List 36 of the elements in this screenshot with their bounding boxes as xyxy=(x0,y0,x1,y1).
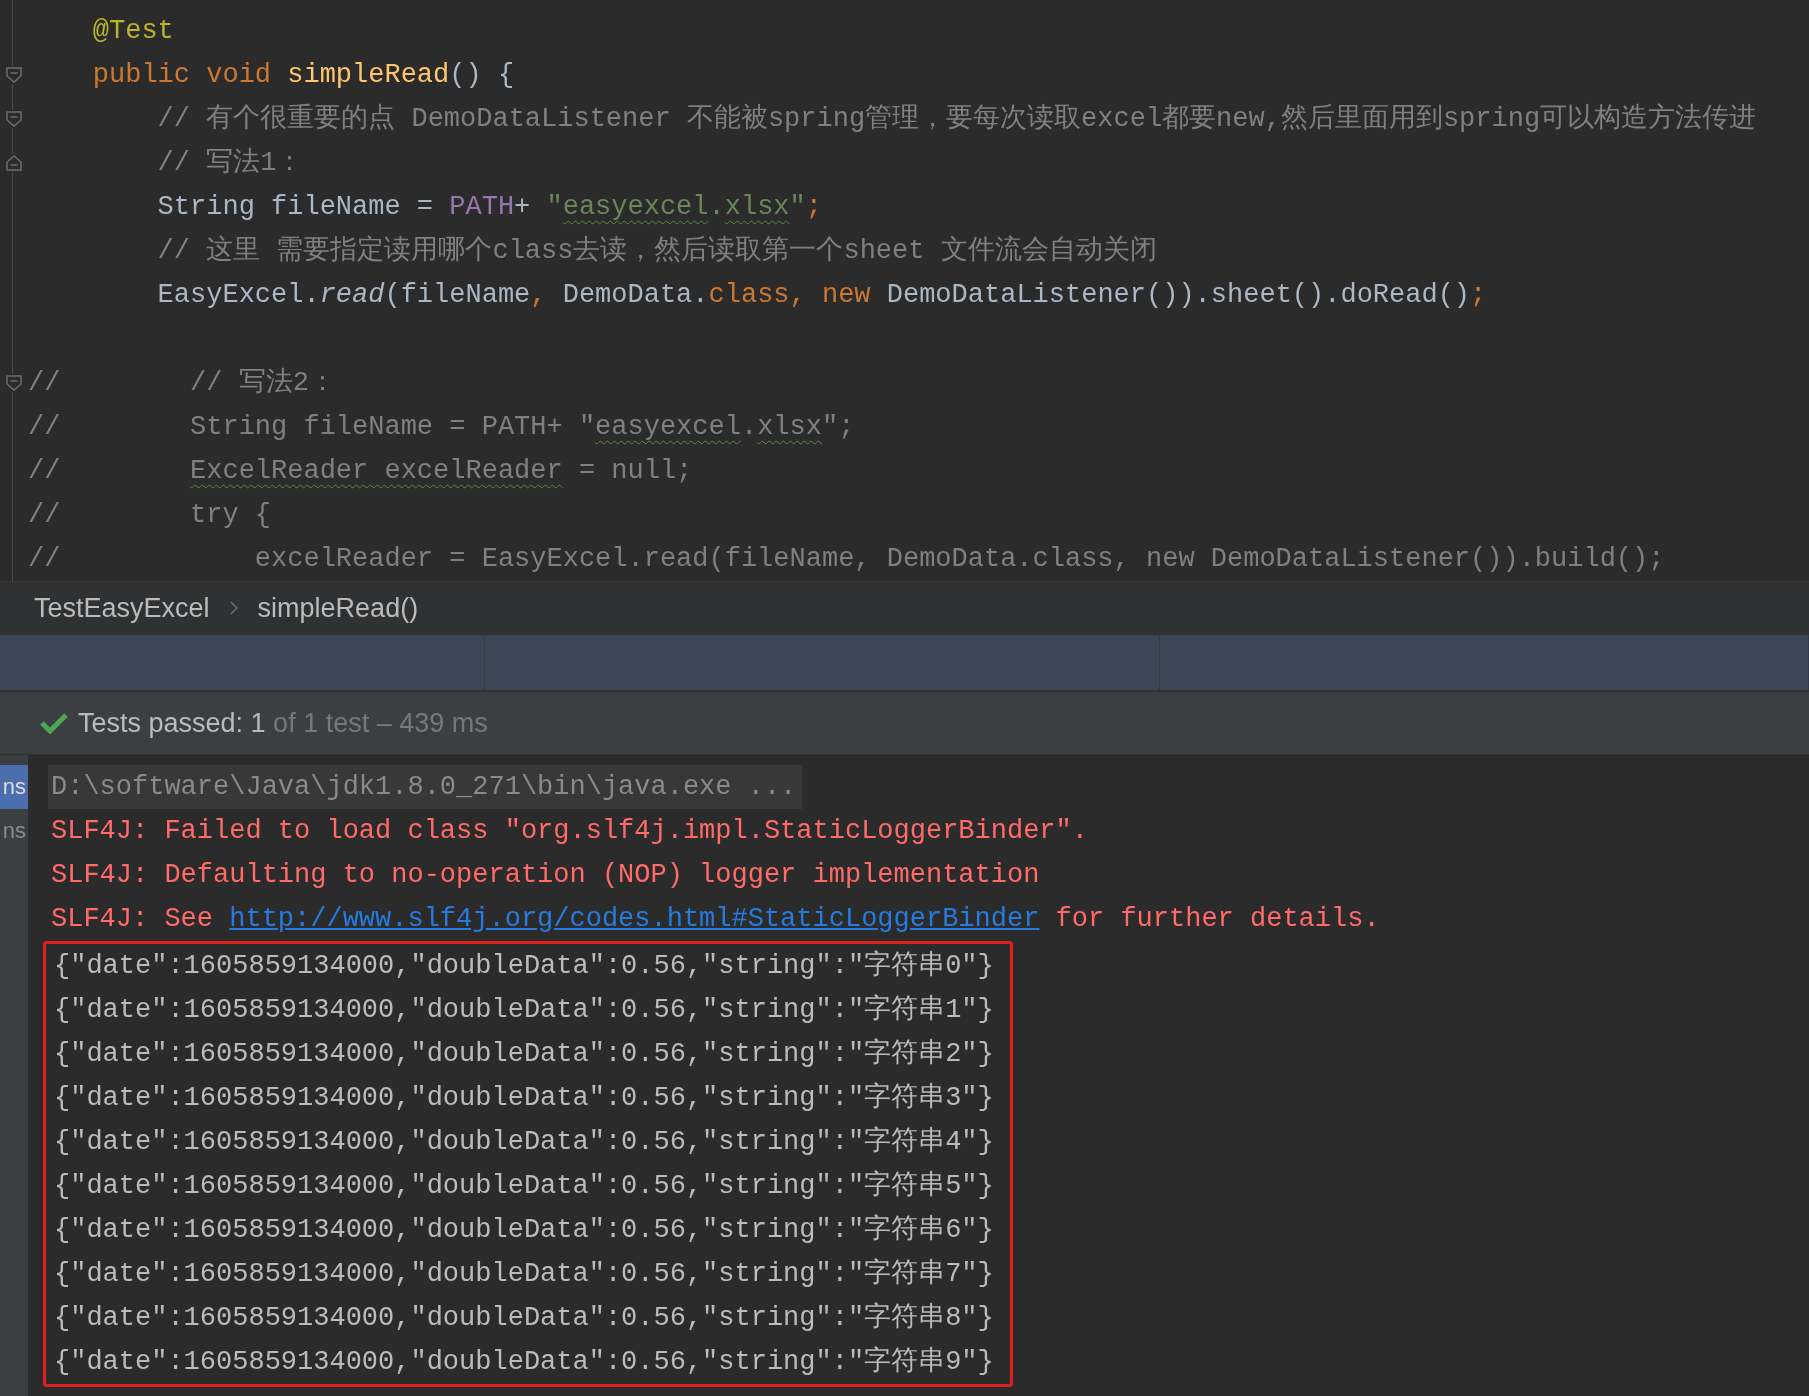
output-line: {"date":1605859134000,"doubleData":0.56,"string":"字符串0"} xyxy=(53,949,994,983)
output-line: {"date":1605859134000,"doubleData":0.56,"string":"字符串8"} xyxy=(53,1301,994,1335)
code-comment-line: // try { xyxy=(28,499,272,532)
output-line: {"date":1605859134000,"doubleData":0.56,"string":"字符串4"} xyxy=(53,1125,994,1159)
output-line: {"date":1605859134000,"doubleData":0.56,"string":"字符串6"} xyxy=(53,1213,994,1247)
breadcrumb-item[interactable]: TestEasyExcel xyxy=(34,592,210,624)
code-comment-line: // ExcelReader excelReader = null; xyxy=(28,455,693,488)
fold-expanded-icon[interactable] xyxy=(5,66,23,84)
code-comment-line: // 写法1： xyxy=(156,146,304,180)
code-comment-line: // excelReader = EasyExcel.read(fileName, DemoData.class, new DemoDataListener()).build(); xyxy=(28,543,1665,576)
output-line: {"date":1605859134000,"doubleData":0.56,"string":"字符串5"} xyxy=(53,1169,994,1203)
code-line: EasyExcel.read(fileName, DemoData.class, new DemoDataListener()).sheet().doRead(); xyxy=(156,279,1487,312)
breadcrumb-item[interactable]: simpleRead() xyxy=(257,592,419,624)
fold-expanded-icon[interactable] xyxy=(5,374,23,392)
output-line: {"date":1605859134000,"doubleData":0.56,"string":"字符串9"} xyxy=(53,1345,994,1379)
code-line: String fileName = PATH+ "easyexcel.xlsx"; xyxy=(156,191,822,224)
code-comment-line: // 这里 需要指定读用哪个class去读，然后读取第一个sheet 文件流会自动关闭 xyxy=(156,234,1157,268)
fold-end-icon[interactable] xyxy=(5,154,23,172)
code-comment-line: // 有个很重要的点 DemoDataListener 不能被spring管理，要每次读取excel都要new,然后里面用到spring可以构造方法传进 xyxy=(156,102,1757,136)
code-line: @Test xyxy=(91,15,174,48)
code-line: public void simpleRead() { xyxy=(91,59,515,92)
error-message: SLF4J: Defaulting to no-operation (NOP) logger implementation xyxy=(50,859,1040,892)
output-line: {"date":1605859134000,"doubleData":0.56,"string":"字符串3"} xyxy=(53,1081,994,1115)
error-message: SLF4J: Failed to load class "org.slf4j.impl.StaticLoggerBinder". xyxy=(50,815,1088,848)
output-line: {"date":1605859134000,"doubleData":0.56,"string":"字符串7"} xyxy=(53,1257,994,1291)
test-result-text: Tests passed: 1 of 1 test – 439 ms xyxy=(78,707,488,739)
error-message: SLF4J: See http://www.slf4j.org/codes.html#StaticLoggerBinder for further details. xyxy=(50,903,1380,936)
link[interactable]: http://www.slf4j.org/codes.html#StaticLoggerBinder xyxy=(229,904,1040,934)
output-line: {"date":1605859134000,"doubleData":0.56,"string":"字符串1"} xyxy=(53,993,994,1027)
chevron-right-icon xyxy=(229,601,238,615)
code-comment-line: // String fileName = PATH+ "easyexcel.xlsx"; xyxy=(28,411,855,444)
tool-tab[interactable]: ns xyxy=(0,809,28,853)
output-line: {"date":1605859134000,"doubleData":0.56,"string":"字符串2"} xyxy=(53,1037,994,1071)
fold-expanded-icon[interactable] xyxy=(5,110,23,128)
code-comment-line: // // 写法2： xyxy=(28,366,336,400)
tool-tab[interactable]: ns xyxy=(0,765,28,809)
